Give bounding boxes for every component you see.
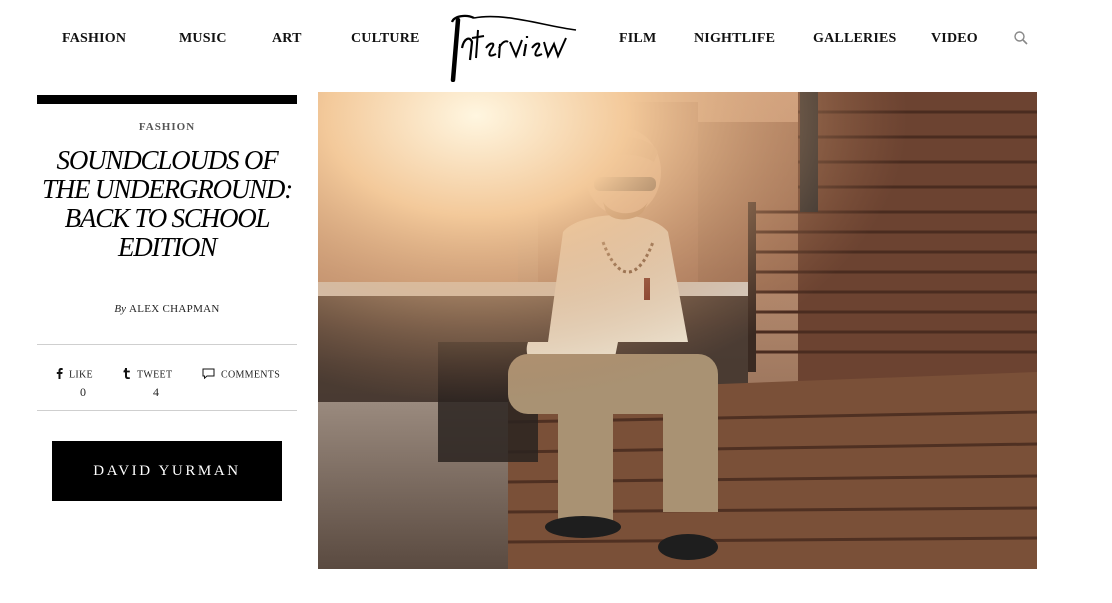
hero-image[interactable] xyxy=(318,92,1037,569)
top-rule xyxy=(37,95,297,104)
like-label: LIKE xyxy=(69,369,93,381)
tweet-label: TWEET xyxy=(137,369,173,381)
comments-label: COMMENTS xyxy=(221,369,281,381)
divider xyxy=(37,344,297,345)
divider xyxy=(37,410,297,411)
nav-film[interactable]: FILM xyxy=(619,31,656,47)
author-name[interactable]: ALEX CHAPMAN xyxy=(129,303,220,315)
tweet-count: 4 xyxy=(153,385,159,399)
nav-music[interactable]: MUSIC xyxy=(179,31,227,47)
nav-culture[interactable]: CULTURE xyxy=(351,31,420,47)
like-button[interactable]: LIKE xyxy=(56,368,93,382)
comment-icon xyxy=(202,368,215,382)
nav-galleries[interactable]: GALLERIES xyxy=(813,31,897,47)
article-title: SOUNDCLOUDS OF THE UNDERGROUND: BACK TO … xyxy=(41,145,293,262)
ad-text: DAVID YURMAN xyxy=(93,462,241,479)
logo-lettering xyxy=(450,14,577,83)
search-icon[interactable] xyxy=(1013,30,1029,46)
facebook-icon xyxy=(56,368,63,382)
nav-video[interactable]: VIDEO xyxy=(931,31,978,47)
byline-prefix: By xyxy=(114,303,126,315)
tweet-button[interactable]: TWEET xyxy=(123,368,172,382)
interview-logo[interactable] xyxy=(444,8,580,83)
nav-art[interactable]: ART xyxy=(272,31,302,47)
byline: By ALEX CHAPMAN xyxy=(37,303,297,315)
nav-fashion[interactable]: FASHION xyxy=(62,31,126,47)
david-yurman-ad[interactable]: DAVID YURMAN xyxy=(52,441,282,501)
article-category[interactable]: FASHION xyxy=(37,121,297,133)
nav-nightlife[interactable]: NIGHTLIFE xyxy=(694,31,775,47)
comments-button[interactable]: COMMENTS xyxy=(202,368,280,382)
tumblr-icon xyxy=(123,368,131,382)
hero-photo xyxy=(318,92,1037,569)
like-count: 0 xyxy=(80,385,86,399)
